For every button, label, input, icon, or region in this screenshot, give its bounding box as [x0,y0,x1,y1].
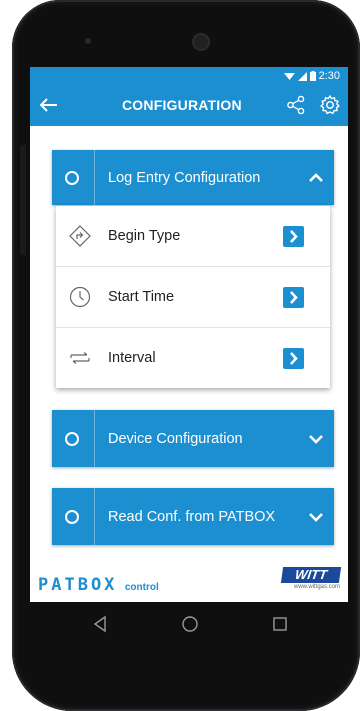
interval-icon [70,352,90,364]
divider [94,410,95,467]
go-button[interactable] [283,348,304,369]
status-bar: 2:30 [30,67,348,85]
patbox-logo: PATBOX control [38,575,159,595]
section-read-conf-from-patbox[interactable]: Read Conf. from PATBOX [52,488,334,545]
section-label: Device Configuration [108,430,243,447]
patbox-logo-suffix: control [124,582,159,593]
divider [94,488,95,545]
back-triangle-icon[interactable] [90,614,110,634]
app-bar: CONFIGURATION [30,85,348,126]
chevron-right-icon [290,352,298,365]
chevron-right-icon [290,230,298,243]
go-button[interactable] [283,287,304,308]
wifi-icon [283,72,295,80]
section-label: Log Entry Configuration [108,169,261,186]
list-item-label: Begin Type [108,228,181,244]
patbox-logo-text: PATBOX [38,575,118,595]
arrow-left-icon [39,98,57,112]
chevron-down-icon [309,512,323,522]
status-time: 2:30 [318,70,340,82]
list-item-label: Start Time [108,289,175,305]
chevron-down-icon [309,434,323,444]
clock-icon [69,286,91,308]
home-circle-icon[interactable] [180,614,200,634]
battery-icon [309,71,316,81]
section-device-configuration[interactable]: Device Configuration [52,410,334,467]
sensor-dot [85,38,91,44]
recents-square-icon[interactable] [270,614,290,634]
gear-icon[interactable] [319,94,341,116]
page-title: CONFIGURATION [122,97,242,113]
chevron-right-icon [290,291,298,304]
witt-logo: WITT www.wittgas.com [280,567,342,595]
list-item-label: Interval [108,350,156,366]
share-icon[interactable] [286,95,306,115]
android-nav-bar [30,602,348,646]
log-entry-submenu: Begin Type Start Time Interval [56,206,330,388]
radio-icon [65,509,79,524]
screen: 2:30 CONFIGURATION Log Entry Configurati… [30,67,348,602]
radio-icon [65,431,79,446]
radio-icon [65,170,79,185]
list-item-start-time[interactable]: Start Time [56,267,330,328]
begin-type-icon [69,225,91,247]
witt-url: www.wittgas.com [293,584,340,590]
chevron-up-icon [309,172,323,182]
go-button[interactable] [283,226,304,247]
section-label: Read Conf. from PATBOX [108,508,276,525]
list-item-interval[interactable]: Interval [56,328,330,388]
back-button[interactable] [36,92,62,118]
section-log-entry-configuration[interactable]: Log Entry Configuration [52,150,334,205]
side-button [20,145,26,255]
front-camera [194,35,208,49]
signal-icon [297,71,307,81]
list-item-begin-type[interactable]: Begin Type [56,206,330,267]
witt-logo-text: WITT [280,567,342,583]
divider [94,150,95,205]
